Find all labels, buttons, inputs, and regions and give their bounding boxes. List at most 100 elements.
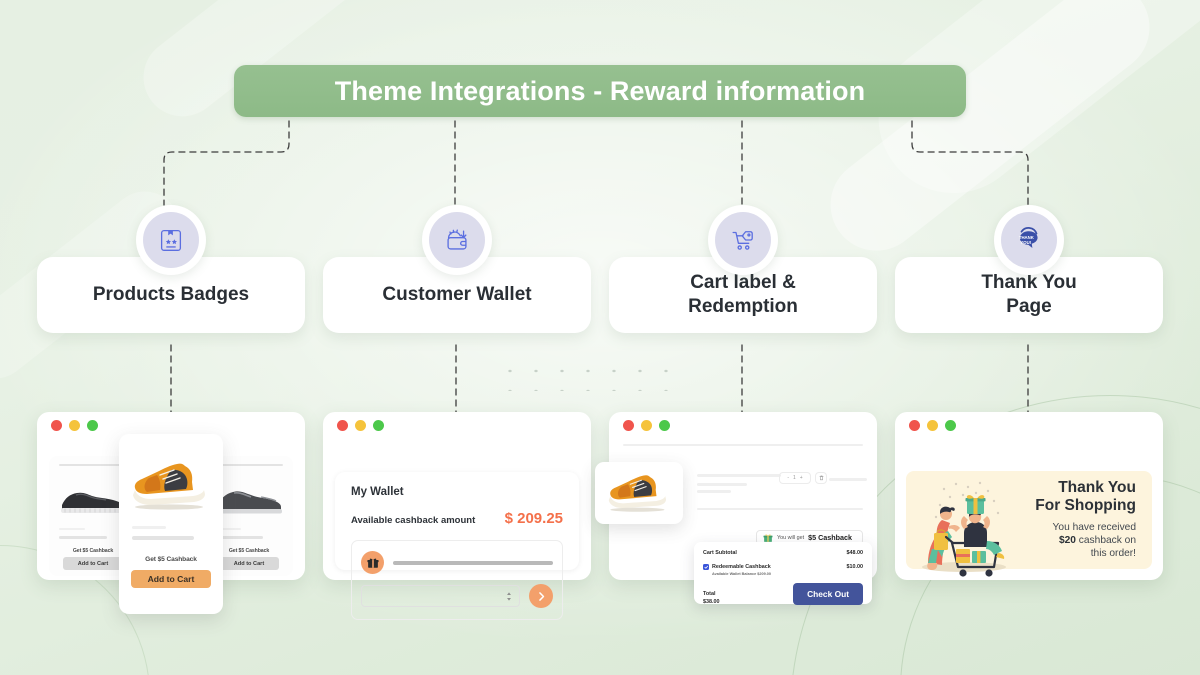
thank-you-body-prefix: You have received — [1052, 521, 1136, 533]
screenshot-cart-redemption[interactable]: - 1 + You will get $5 Cashback Redeem Ca… — [595, 412, 877, 605]
window-titlebar — [323, 412, 591, 438]
decor-dot-grid — [497, 361, 669, 391]
add-to-cart-button[interactable]: Add to Cart — [63, 557, 123, 570]
stepper-icon — [507, 591, 511, 601]
skeleton-line — [132, 536, 194, 540]
quantity-stepper[interactable]: - 1 + — [779, 472, 811, 484]
product-card-featured[interactable]: Get $5 Cashback Add to Cart — [119, 434, 223, 614]
thank-you-body-line3: this order! — [1090, 548, 1136, 560]
window-maximize-dot[interactable] — [87, 419, 98, 431]
quantity-value: 1 — [792, 475, 796, 481]
skeleton-line — [132, 526, 166, 529]
wallet-redeem-box — [351, 540, 563, 620]
node-label-line2: Redemption — [688, 296, 798, 317]
gift-icon — [763, 533, 773, 542]
window-titlebar — [609, 412, 877, 438]
trash-icon — [819, 475, 823, 481]
wallet-icon — [429, 212, 485, 268]
skeleton-line — [829, 478, 867, 481]
wallet-amount-input[interactable] — [361, 585, 520, 607]
screenshot-thank-you[interactable]: Thank You For Shopping You have received… — [895, 412, 1163, 580]
product-image-featured — [127, 458, 215, 514]
summary-total-row: Total $38.00 Check Out — [703, 582, 863, 605]
node-label-line2: Page — [1006, 296, 1052, 317]
node-label-products-badges: Products Badges — [92, 284, 250, 306]
node-icon-wrapper — [136, 205, 206, 275]
window-minimize-dot[interactable] — [927, 419, 938, 431]
thank-you-body: You have received $20 cashback on this o… — [1024, 521, 1136, 561]
cart-product-thumbnail — [595, 462, 683, 524]
screenshot-customer-wallet[interactable]: My Wallet Available cashback amount $ 20… — [323, 412, 591, 620]
wallet-gift-row — [361, 551, 553, 574]
thank-you-text: Thank You For Shopping You have received… — [1024, 479, 1152, 560]
thank-you-heading: Thank You For Shopping — [1024, 479, 1136, 515]
node-customer-wallet[interactable]: Customer Wallet — [323, 205, 591, 333]
cart-summary-panel: Cart Subtotal $48.00 Redeemable Cashback… — [694, 542, 872, 605]
window-minimize-dot[interactable] — [355, 419, 366, 431]
thank-you-body-amount: $20 — [1058, 535, 1076, 547]
cart-tag-icon — [715, 212, 771, 268]
check-icon — [704, 565, 708, 569]
screenshot-products-badges[interactable]: Get $5 Cashback Add to Cart Get $5 Cashb… — [37, 412, 305, 614]
wallet-progress-bar — [393, 560, 553, 565]
summary-note: Available Wallet Balance $209.00 — [712, 571, 772, 576]
window-close-dot[interactable] — [909, 419, 920, 431]
wallet-available-amount: $ 209.25 — [504, 510, 563, 527]
product-badge-icon — [143, 212, 199, 268]
summary-label: Redeemable Cashback — [712, 564, 771, 570]
arrow-right-icon — [538, 591, 544, 601]
wallet-submit-button[interactable] — [529, 584, 553, 608]
node-cart-label-redemption[interactable]: Cart label & Redemption — [609, 205, 877, 333]
summary-row-subtotal: Cart Subtotal $48.00 — [703, 550, 863, 556]
skeleton-line — [697, 508, 863, 510]
skeleton-line — [697, 474, 781, 477]
summary-row-cashback: Redeemable Cashback $10.00 — [703, 564, 863, 570]
remove-item-button[interactable] — [815, 472, 827, 484]
skeleton-line — [59, 528, 85, 530]
skeleton-line — [697, 490, 731, 493]
quantity-plus[interactable]: + — [800, 475, 803, 481]
wallet-panel: My Wallet Available cashback amount $ 20… — [335, 472, 579, 620]
window-maximize-dot[interactable] — [945, 419, 956, 431]
node-label-customer-wallet: Customer Wallet — [382, 284, 532, 306]
window-minimize-dot[interactable] — [69, 419, 80, 431]
add-to-cart-button-featured[interactable]: Add to Cart — [131, 570, 211, 588]
page-title-banner: Theme Integrations - Reward information — [234, 65, 966, 117]
thank-you-body-suffix: cashback on — [1078, 535, 1136, 547]
node-label-line1: Cart label & — [690, 272, 796, 294]
window-content: My Wallet Available cashback amount $ 20… — [323, 438, 591, 620]
cashback-pill-amount: $5 Cashback — [808, 533, 853, 542]
thank-you-icon: THANK YOU! — [1001, 212, 1057, 268]
add-to-cart-button[interactable]: Add to Cart — [219, 557, 279, 570]
svg-text:YOU!: YOU! — [1020, 240, 1031, 245]
node-label-thank-you-page: Thank You Page — [971, 271, 1086, 319]
summary-value: $10.00 — [846, 564, 864, 570]
window-close-dot[interactable] — [51, 419, 62, 431]
checkout-button[interactable]: Check Out — [793, 582, 863, 605]
thank-you-panel: Thank You For Shopping You have received… — [906, 471, 1152, 577]
gift-icon — [361, 551, 384, 574]
window-minimize-dot[interactable] — [641, 419, 652, 431]
wallet-title: My Wallet — [351, 486, 404, 498]
window-close-dot[interactable] — [623, 419, 634, 431]
node-label-line1: Thank You — [981, 272, 1077, 294]
window-maximize-dot[interactable] — [659, 419, 670, 431]
cashback-pill-prefix: You will get — [777, 534, 805, 541]
skeleton-line — [215, 464, 283, 466]
page-title: Theme Integrations - Reward information — [334, 75, 866, 106]
node-products-badges[interactable]: Products Badges — [37, 205, 305, 333]
thank-you-heading-line1: Thank You — [1058, 479, 1136, 497]
summary-total-value: $38.00 — [703, 598, 720, 605]
quantity-minus[interactable]: - — [787, 475, 789, 481]
node-icon-wrapper — [708, 205, 778, 275]
node-icon-wrapper — [422, 205, 492, 275]
node-label-cart-label-redemption: Cart label & Redemption — [678, 271, 808, 319]
window-content: Get $5 Cashback Add to Cart Get $5 Cashb… — [37, 434, 305, 614]
window-close-dot[interactable] — [337, 419, 348, 431]
window-maximize-dot[interactable] — [373, 419, 384, 431]
node-thank-you-page[interactable]: THANK YOU! Thank You Page — [895, 205, 1163, 333]
wallet-balance-row: Available cashback amount $ 209.25 — [351, 510, 563, 527]
redeem-checkbox[interactable] — [703, 564, 709, 570]
window-content: Thank You For Shopping You have received… — [895, 438, 1163, 580]
skeleton-line — [59, 536, 107, 539]
